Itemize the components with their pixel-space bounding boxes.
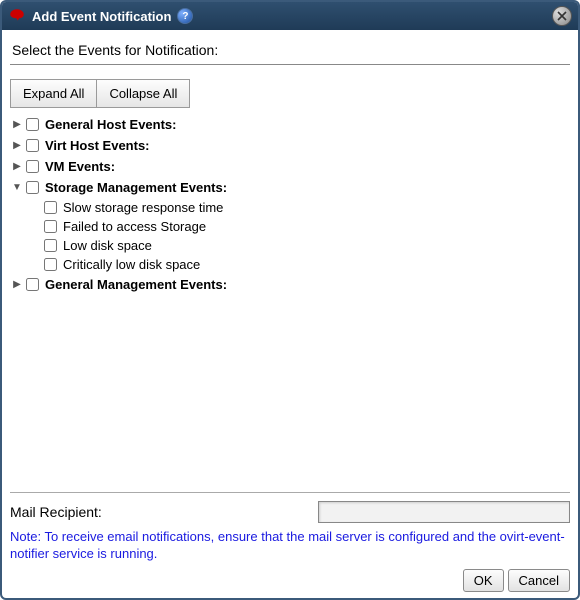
item-label: Low disk space bbox=[63, 238, 152, 253]
category-checkbox[interactable] bbox=[26, 160, 39, 173]
item-label: Failed to access Storage bbox=[63, 219, 206, 234]
item-checkbox[interactable] bbox=[44, 220, 57, 233]
ok-button[interactable]: OK bbox=[463, 569, 504, 592]
chevron-down-icon[interactable]: ▼ bbox=[10, 182, 24, 193]
chevron-right-icon[interactable]: ▶ bbox=[10, 279, 24, 290]
close-button[interactable] bbox=[552, 6, 572, 26]
category-checkbox[interactable] bbox=[26, 139, 39, 152]
prompt-text: Select the Events for Notification: bbox=[10, 38, 570, 65]
tree-category: ▶ General Management Events: bbox=[10, 274, 570, 295]
item-label: Critically low disk space bbox=[63, 257, 200, 272]
category-checkbox[interactable] bbox=[26, 278, 39, 291]
category-checkbox[interactable] bbox=[26, 181, 39, 194]
tree-item: Failed to access Storage bbox=[42, 217, 570, 236]
dialog: Add Event Notification ? Select the Even… bbox=[0, 0, 580, 600]
tree-category: ▼ Storage Management Events: bbox=[10, 177, 570, 198]
category-label: General Host Events: bbox=[45, 117, 177, 132]
note-text: Note: To receive email notifications, en… bbox=[10, 529, 570, 563]
cancel-button[interactable]: Cancel bbox=[508, 569, 570, 592]
tree-category: ▶ VM Events: bbox=[10, 156, 570, 177]
expand-all-button[interactable]: Expand All bbox=[10, 79, 97, 108]
chevron-right-icon[interactable]: ▶ bbox=[10, 140, 24, 151]
item-checkbox[interactable] bbox=[44, 239, 57, 252]
item-checkbox[interactable] bbox=[44, 201, 57, 214]
category-label: Virt Host Events: bbox=[45, 138, 150, 153]
tree-item: Low disk space bbox=[42, 236, 570, 255]
chevron-right-icon[interactable]: ▶ bbox=[10, 161, 24, 172]
mail-recipient-label: Mail Recipient: bbox=[10, 504, 318, 520]
titlebar: Add Event Notification ? bbox=[2, 2, 578, 30]
dialog-footer: OK Cancel bbox=[10, 563, 570, 592]
dialog-content: Select the Events for Notification: Expa… bbox=[2, 30, 578, 598]
tree-category: ▶ General Host Events: bbox=[10, 114, 570, 135]
app-logo-icon bbox=[8, 7, 26, 25]
event-tree: ▶General Host Events:▶Virt Host Events:▶… bbox=[10, 114, 570, 299]
dialog-title: Add Event Notification bbox=[32, 9, 171, 24]
category-label: Storage Management Events: bbox=[45, 180, 227, 195]
chevron-right-icon[interactable]: ▶ bbox=[10, 119, 24, 130]
item-label: Slow storage response time bbox=[63, 200, 223, 215]
tree-item: Critically low disk space bbox=[42, 255, 570, 274]
mail-recipient-input[interactable] bbox=[318, 501, 570, 523]
category-children: Slow storage response time Failed to acce… bbox=[42, 198, 570, 274]
item-checkbox[interactable] bbox=[44, 258, 57, 271]
help-icon[interactable]: ? bbox=[177, 8, 193, 24]
toolbar: Expand All Collapse All bbox=[10, 79, 570, 108]
category-checkbox[interactable] bbox=[26, 118, 39, 131]
category-label: VM Events: bbox=[45, 159, 115, 174]
mail-recipient-row: Mail Recipient: bbox=[10, 492, 570, 523]
category-label: General Management Events: bbox=[45, 277, 227, 292]
tree-item: Slow storage response time bbox=[42, 198, 570, 217]
close-icon bbox=[557, 11, 567, 21]
tree-category: ▶ Virt Host Events: bbox=[10, 135, 570, 156]
collapse-all-button[interactable]: Collapse All bbox=[97, 79, 190, 108]
